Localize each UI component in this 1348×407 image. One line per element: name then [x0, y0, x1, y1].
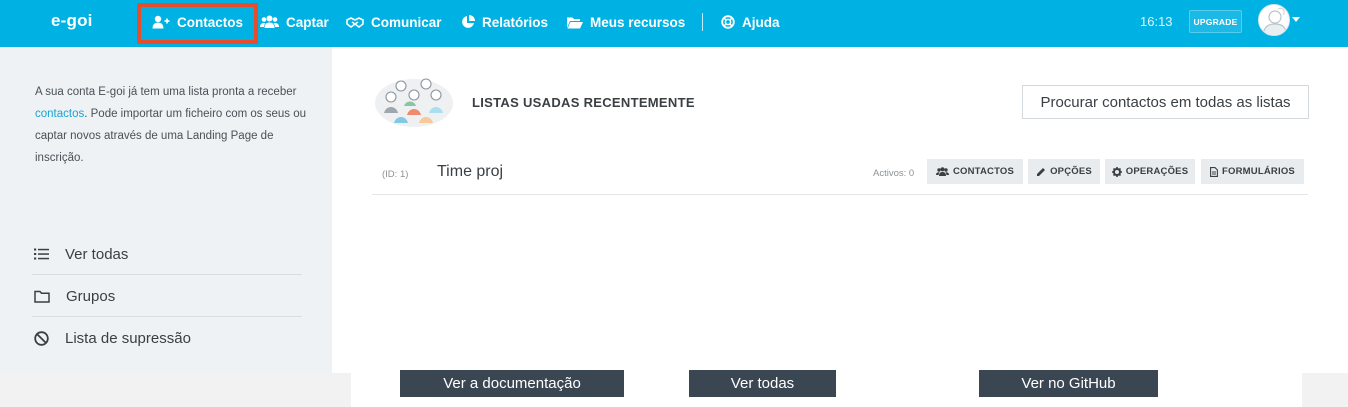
handshake-icon — [346, 16, 364, 28]
top-navbar: e-goi Contactos Captar Comunicar Relatór… — [0, 0, 1348, 47]
ver-documentacao-button[interactable]: Ver a documentação — [400, 370, 624, 397]
operacoes-button[interactable]: OPERAÇÕES — [1105, 159, 1195, 184]
sidebar-item-lista-supressao[interactable]: Lista de supressão — [32, 317, 302, 359]
upgrade-button[interactable]: UPGRADE — [1189, 10, 1242, 33]
user-avatar-icon — [1262, 7, 1288, 35]
sidebar-item-grupos[interactable]: Grupos — [32, 275, 302, 317]
sidebar-item-label: Ver todas — [65, 245, 129, 263]
egoi-logo[interactable]: e-goi — [51, 11, 93, 31]
nav-separator — [702, 13, 703, 31]
contactos-button[interactable]: CONTACTOS — [927, 159, 1023, 184]
document-icon — [1210, 166, 1218, 177]
ver-no-github-button[interactable]: Ver no GitHub — [979, 370, 1158, 397]
search-all-lists-button[interactable]: Procurar contactos em todas as listas — [1022, 85, 1309, 119]
sidebar-item-ver-todas[interactable]: Ver todas — [32, 233, 302, 275]
nav-relatorios[interactable]: Relatórios — [461, 0, 548, 44]
help-circle-icon — [721, 15, 735, 29]
sidebar-item-label: Lista de supressão — [65, 329, 191, 347]
button-label: CONTACTOS — [952, 166, 1015, 177]
active-count: Activos: 0 — [873, 168, 915, 179]
nav-comunicar[interactable]: Comunicar — [346, 0, 442, 44]
intro-text: A sua conta E-goi já tem uma lista pront… — [35, 86, 297, 98]
users-icon — [260, 15, 279, 28]
nav-ajuda[interactable]: Ajuda — [721, 0, 780, 44]
gear-icon — [1111, 166, 1122, 177]
list-row: (ID: 1) Time proj Activos: 0 CONTACTOS O… — [372, 151, 1308, 195]
nav-label: Relatórios — [482, 14, 549, 30]
sidebar-intro: A sua conta E-goi já tem uma lista pront… — [35, 81, 310, 169]
nav-captar[interactable]: Captar — [260, 0, 329, 44]
sidebar: A sua conta E-goi já tem uma lista pront… — [0, 47, 332, 373]
nav-label: Ajuda — [742, 14, 780, 30]
nav-meus-recursos[interactable]: Meus recursos — [567, 0, 685, 44]
clock: 16:13 — [1140, 14, 1173, 29]
button-label: FORMULÁRIOS — [1222, 166, 1295, 177]
button-label: OPERAÇÕES — [1125, 166, 1189, 177]
list-id: (ID: 1) — [382, 169, 409, 180]
sidebar-item-label: Grupos — [66, 287, 116, 305]
chevron-down-icon[interactable] — [1292, 17, 1300, 22]
folder-icon — [34, 290, 50, 303]
contacts-illustration-icon — [375, 78, 453, 127]
pie-chart-icon — [462, 15, 475, 28]
highlight-box — [137, 3, 258, 44]
pencil-icon — [1037, 167, 1046, 176]
main-content: LISTAS USADAS RECENTEMENTE Procurar cont… — [332, 47, 1348, 373]
avatar[interactable] — [1258, 4, 1290, 36]
list-name[interactable]: Time proj — [437, 163, 503, 181]
folder-open-icon — [567, 17, 583, 28]
nav-label: Comunicar — [371, 14, 442, 30]
ban-icon — [34, 330, 49, 346]
nav-label: Captar — [286, 14, 329, 30]
nav-label: Meus recursos — [590, 14, 686, 30]
button-label: OPÇÕES — [1050, 166, 1092, 177]
users-icon — [935, 167, 949, 176]
section-title: LISTAS USADAS RECENTEMENTE — [472, 95, 695, 110]
opcoes-button[interactable]: OPÇÕES — [1028, 159, 1100, 184]
contactos-link[interactable]: contactos — [35, 108, 84, 120]
list-icon — [34, 248, 49, 260]
ver-todas-button[interactable]: Ver todas — [689, 370, 836, 397]
formularios-button[interactable]: FORMULÁRIOS — [1201, 159, 1304, 184]
